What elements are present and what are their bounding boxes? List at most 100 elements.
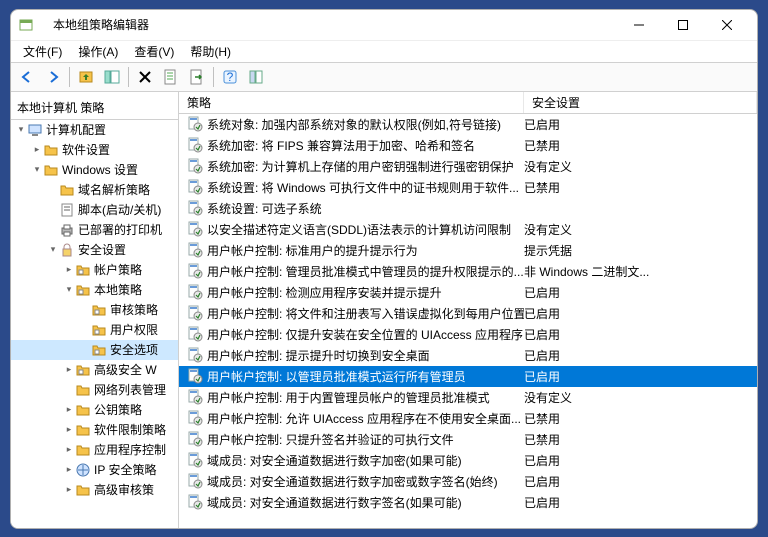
tree-item[interactable]: ▸IP 安全策略 <box>11 460 178 480</box>
tree-expand-icon[interactable]: ▸ <box>63 464 75 475</box>
tree-expand-icon[interactable]: ▸ <box>31 144 43 155</box>
menu-view[interactable]: 查看(V) <box>126 41 182 62</box>
tree-item[interactable]: ▸软件限制策略 <box>11 420 178 440</box>
tree-item[interactable]: ▾本地策略 <box>11 280 178 300</box>
tree-item[interactable]: ▾安全设置 <box>11 240 178 260</box>
tree-item[interactable]: ▸ 软件设置 <box>11 140 178 160</box>
folder2-icon <box>75 282 91 298</box>
tree-item-label: 帐户策略 <box>94 261 142 278</box>
computer-icon <box>27 122 43 138</box>
policy-row[interactable]: 域成员: 对安全通道数据进行数字签名(如果可能)已启用 <box>179 492 757 513</box>
policy-row[interactable]: 用户帐户控制: 用于内置管理员帐户的管理员批准模式没有定义 <box>179 387 757 408</box>
tree-item[interactable]: ▸ 帐户策略 <box>11 260 178 280</box>
show-hide-tree-button[interactable] <box>100 65 124 89</box>
delete-button[interactable] <box>133 65 157 89</box>
back-button[interactable] <box>15 65 39 89</box>
policy-cell: 用户帐户控制: 将文件和注册表写入错误虚拟化到每用户位置 <box>187 305 524 322</box>
tree-item-label: 用户权限 <box>110 321 158 338</box>
folder-icon <box>75 402 91 418</box>
tree-item[interactable]: 脚本(启动/关机) <box>11 200 178 220</box>
tree-expand-icon[interactable]: ▾ <box>63 284 75 295</box>
tree-item[interactable]: ▸ 高级审核策 <box>11 480 178 500</box>
folder-icon <box>59 182 75 198</box>
column-header-setting[interactable]: 安全设置 <box>524 92 757 113</box>
list-body[interactable]: 系统对象: 加强内部系统对象的默认权限(例如,符号链接)已启用系统加密: 将 F… <box>179 114 757 528</box>
setting-cell: 已启用 <box>524 284 757 301</box>
policy-row[interactable]: 用户帐户控制: 提示提升时切换到安全桌面已启用 <box>179 345 757 366</box>
policy-row[interactable]: 系统对象: 加强内部系统对象的默认权限(例如,符号链接)已启用 <box>179 114 757 135</box>
setting-cell: 已启用 <box>524 326 757 343</box>
tree-item-label: 公钥策略 <box>94 401 142 418</box>
script-icon <box>59 202 75 218</box>
lock-icon <box>59 242 75 258</box>
close-button[interactable] <box>705 10 749 40</box>
refresh-button[interactable] <box>244 65 268 89</box>
policy-row[interactable]: 用户帐户控制: 只提升签名并验证的可执行文件已禁用 <box>179 429 757 450</box>
folder-icon <box>43 162 59 178</box>
tree-expand-icon[interactable]: ▸ <box>63 364 75 375</box>
column-header-policy[interactable]: 策略 <box>179 92 524 113</box>
policy-row[interactable]: 系统设置: 可选子系统 <box>179 198 757 219</box>
tree-item[interactable]: 用户权限 <box>11 320 178 340</box>
properties-button[interactable] <box>159 65 183 89</box>
tree-item[interactable]: 审核策略 <box>11 300 178 320</box>
policy-row[interactable]: 域成员: 对安全通道数据进行数字加密(如果可能)已启用 <box>179 450 757 471</box>
maximize-button[interactable] <box>661 10 705 40</box>
tree-item[interactable]: ▸高级安全 W <box>11 360 178 380</box>
folder2-icon <box>91 342 107 358</box>
help-button[interactable]: ? <box>218 65 242 89</box>
policy-name: 系统设置: 将 Windows 可执行文件中的证书规则用于软件... <box>207 179 519 196</box>
policy-row[interactable]: 系统设置: 将 Windows 可执行文件中的证书规则用于软件...已禁用 <box>179 177 757 198</box>
tree-expand-icon[interactable]: ▸ <box>63 264 75 275</box>
tree-pane[interactable]: 本地计算机 策略 ▾计算机配置 ▸ 软件设置 ▾Windows 设置域名解析策略脚本(… <box>11 92 179 528</box>
policy-row[interactable]: 用户帐户控制: 允许 UIAccess 应用程序在不使用安全桌面...已禁用 <box>179 408 757 429</box>
forward-button[interactable] <box>41 65 65 89</box>
tree-item-label: 软件设置 <box>62 141 110 158</box>
policy-row[interactable]: 用户帐户控制: 以管理员批准模式运行所有管理员已启用 <box>179 366 757 387</box>
app-window: 本地组策略编辑器 文件(F) 操作(A) 查看(V) 帮助(H) ? 本地计算机… <box>10 9 758 529</box>
tree-item[interactable]: ▸应用程序控制 <box>11 440 178 460</box>
tree-item[interactable]: 网络列表管理 <box>11 380 178 400</box>
toolbar-separator <box>69 67 70 87</box>
policy-name: 用户帐户控制: 检测应用程序安装并提示提升 <box>207 284 442 301</box>
tree-expand-icon[interactable]: ▾ <box>15 124 27 135</box>
tree-expand-icon[interactable]: ▸ <box>63 404 75 415</box>
policy-name: 域成员: 对安全通道数据进行数字加密或数字签名(始终) <box>207 473 498 490</box>
tree-expand-icon[interactable]: ▸ <box>63 484 75 495</box>
menu-file[interactable]: 文件(F) <box>15 41 70 62</box>
tree-item[interactable]: 已部署的打印机 <box>11 220 178 240</box>
minimize-button[interactable] <box>617 10 661 40</box>
policy-row[interactable]: 用户帐户控制: 仅提升安装在安全位置的 UIAccess 应用程序已启用 <box>179 324 757 345</box>
policy-row[interactable]: 用户帐户控制: 标准用户的提升提示行为提示凭据 <box>179 240 757 261</box>
policy-row[interactable]: 用户帐户控制: 将文件和注册表写入错误虚拟化到每用户位置已启用 <box>179 303 757 324</box>
tree-item-label: 网络列表管理 <box>94 381 166 398</box>
up-button[interactable] <box>74 65 98 89</box>
tree-item[interactable]: ▾计算机配置 <box>11 120 178 140</box>
policy-row[interactable]: 用户帐户控制: 检测应用程序安装并提示提升 已启用 <box>179 282 757 303</box>
tree-expand-icon[interactable]: ▾ <box>47 244 59 255</box>
policy-row[interactable]: 用户帐户控制: 管理员批准模式中管理员的提升权限提示的...非 Windows … <box>179 261 757 282</box>
tree-item[interactable]: 安全选项 <box>11 340 178 360</box>
menu-help[interactable]: 帮助(H) <box>182 41 239 62</box>
tree-expand-icon[interactable]: ▸ <box>63 444 75 455</box>
export-button[interactable] <box>185 65 209 89</box>
menu-action[interactable]: 操作(A) <box>70 41 126 62</box>
policy-cell: 用户帐户控制: 管理员批准模式中管理员的提升权限提示的... <box>187 263 524 280</box>
policy-row[interactable]: 系统加密: 将 FIPS 兼容算法用于加密、哈希和签名已禁用 <box>179 135 757 156</box>
tree-item[interactable]: 域名解析策略 <box>11 180 178 200</box>
toolbar-separator <box>213 67 214 87</box>
tree-root-label[interactable]: 本地计算机 策略 <box>11 96 178 120</box>
titlebar[interactable]: 本地组策略编辑器 <box>11 10 757 40</box>
tree-item[interactable]: ▸ 公钥策略 <box>11 400 178 420</box>
tree-expand-icon[interactable]: ▾ <box>31 164 43 175</box>
tree-item[interactable]: ▾Windows 设置 <box>11 160 178 180</box>
tree-item-label: 高级审核策 <box>94 481 154 498</box>
tree-expand-icon[interactable]: ▸ <box>63 424 75 435</box>
policy-row[interactable]: 以安全描述符定义语言(SDDL)语法表示的计算机访问限制没有定义 <box>179 219 757 240</box>
policy-icon <box>187 431 203 447</box>
policy-icon <box>187 242 203 258</box>
toolbar-separator <box>128 67 129 87</box>
policy-row[interactable]: 系统加密: 为计算机上存储的用户密钥强制进行强密钥保护没有定义 <box>179 156 757 177</box>
setting-cell: 没有定义 <box>524 389 757 406</box>
policy-row[interactable]: 域成员: 对安全通道数据进行数字加密或数字签名(始终)已启用 <box>179 471 757 492</box>
